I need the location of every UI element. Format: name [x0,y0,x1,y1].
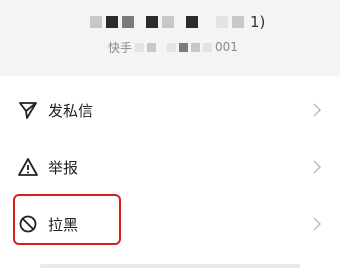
chevron-right-icon [313,217,322,231]
blurred-username: 1) [90,13,265,31]
send-icon [19,102,37,119]
chevron-right-icon [313,160,322,174]
user-id-prefix: 快手 [108,40,133,55]
report-item[interactable]: 举报 [0,139,340,195]
send-message-label: 发私信 [48,101,94,120]
home-indicator [40,264,300,268]
chevron-right-icon [313,103,322,117]
username-suffix: 1) [250,13,266,31]
highlight-box [13,194,121,245]
report-label: 举报 [48,158,79,177]
send-message-item[interactable]: 发私信 [0,82,340,138]
blurred-user-id: 快手 001 [108,40,238,55]
user-id-suffix: 001 [215,40,238,54]
profile-header: 1) 快手 001 [0,0,340,76]
warning-icon [18,158,38,176]
action-sheet: 1) 快手 001 发私信 举报 拉黑 [0,0,340,277]
